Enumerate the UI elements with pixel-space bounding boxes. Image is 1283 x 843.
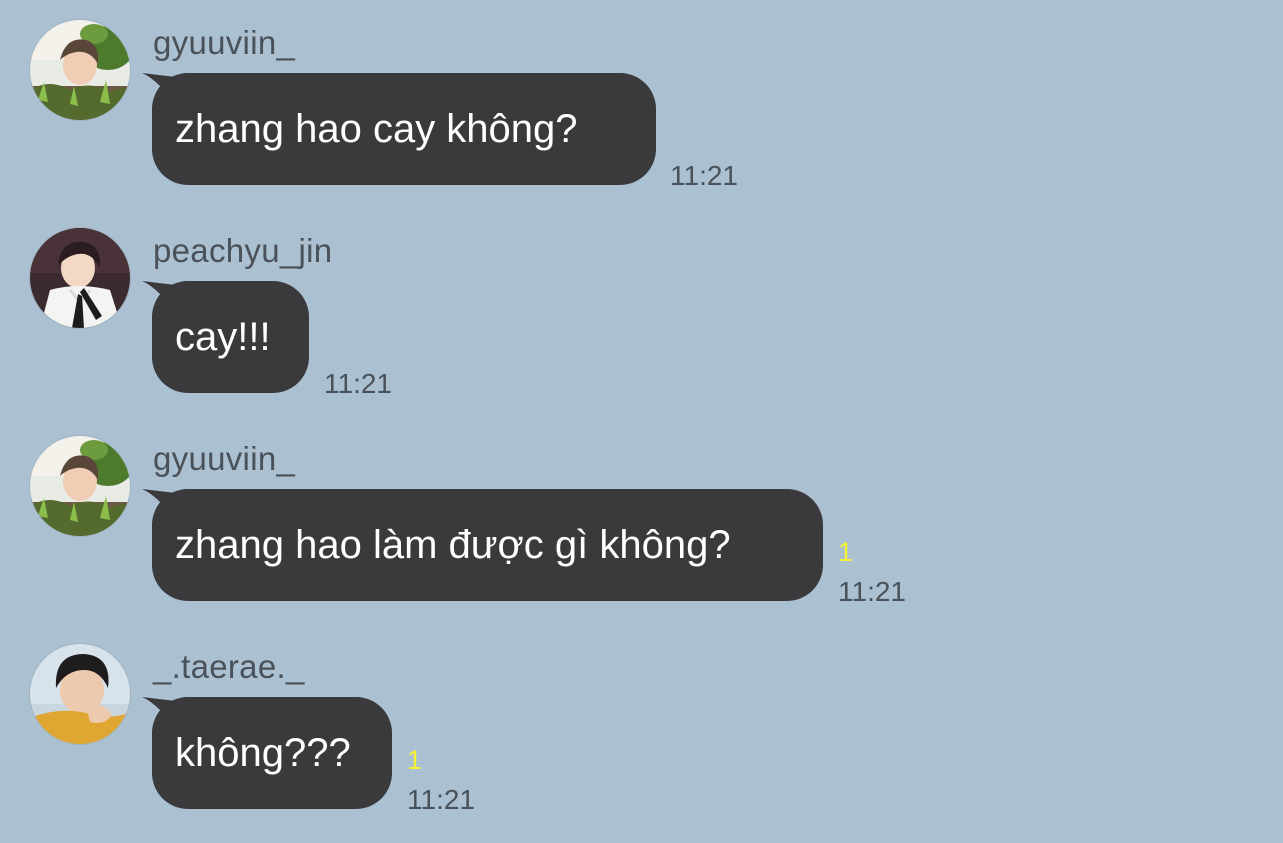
message-bubble[interactable]: cay!!!	[142, 281, 309, 393]
avatar[interactable]	[29, 435, 131, 537]
message-row: gyuuviin_ zhang hao làm được gì không? 1…	[0, 435, 1283, 635]
message-meta: 11:21	[670, 73, 790, 191]
message-time: 11:21	[324, 368, 392, 399]
message-bubble[interactable]: zhang hao làm được gì không?	[142, 489, 823, 601]
message-time: 11:21	[407, 784, 475, 815]
message-row: _.taerae._ không??? 1 11:21	[0, 643, 1283, 843]
bubble-tail	[142, 73, 176, 107]
message-meta: 1 11:21	[407, 697, 527, 815]
avatar-photo-icon	[30, 644, 130, 744]
sender-name: peachyu_jin	[153, 232, 333, 269]
message-meta: 11:21	[324, 281, 444, 399]
unread-count: 1	[407, 745, 423, 775]
avatar[interactable]	[29, 643, 131, 745]
message-text: cay!!!	[175, 315, 271, 359]
bubble-tail	[142, 697, 176, 731]
sender-name: gyuuviin_	[153, 24, 296, 61]
avatar-photo-icon	[30, 228, 130, 328]
avatar-photo-icon	[30, 436, 130, 536]
message-row: gyuuviin_ zhang hao cay không? 11:21	[0, 19, 1283, 219]
unread-count: 1	[838, 537, 854, 567]
message-text: không???	[175, 731, 351, 775]
sender-name: _.taerae._	[153, 648, 305, 685]
message-meta: 1 11:21	[838, 489, 958, 607]
sender-name: gyuuviin_	[153, 440, 296, 477]
message-text: zhang hao làm được gì không?	[175, 523, 731, 567]
avatar[interactable]	[29, 19, 131, 121]
message-bubble[interactable]: không???	[142, 697, 392, 809]
bubble-tail	[142, 281, 176, 315]
avatar[interactable]	[29, 227, 131, 329]
message-time: 11:21	[838, 576, 906, 607]
bubble-tail	[142, 489, 176, 523]
avatar-photo-icon	[30, 20, 130, 120]
message-time: 11:21	[670, 160, 738, 191]
message-bubble[interactable]: zhang hao cay không?	[142, 73, 656, 185]
message-text: zhang hao cay không?	[175, 107, 578, 151]
message-row: peachyu_jin cay!!! 11:21	[0, 227, 1283, 427]
chat-message-list[interactable]: gyuuviin_ zhang hao cay không? 11:21 pea…	[0, 0, 1283, 836]
